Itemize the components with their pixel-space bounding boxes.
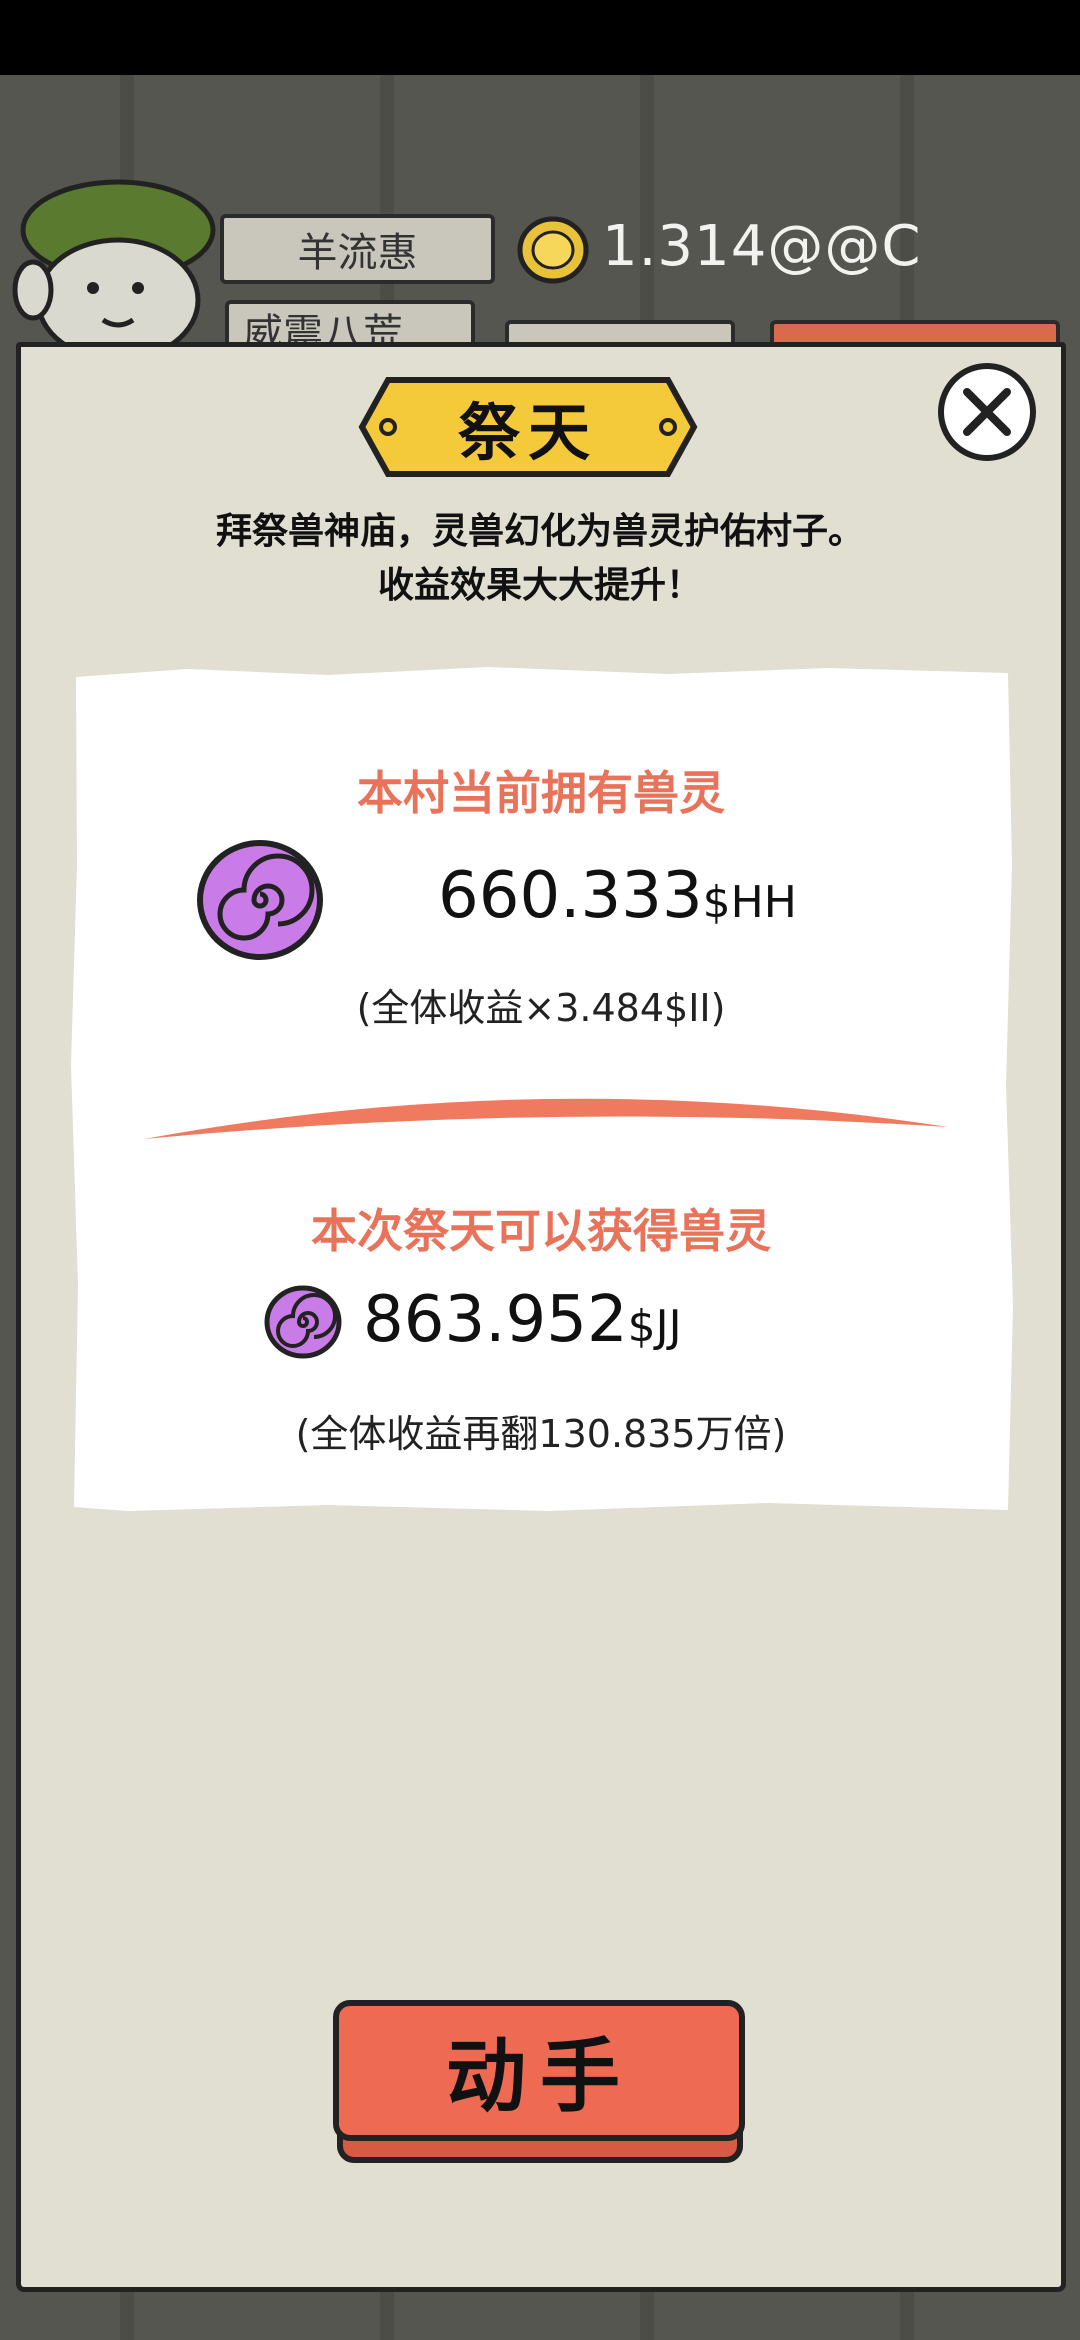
gain-spirit-number: 863.952	[363, 1283, 628, 1357]
dialog-description: 收益效果大大提升！	[377, 565, 702, 606]
close-icon[interactable]	[935, 360, 1039, 464]
gain-bonus-note: (全体收益再翻130.835万倍)	[295, 1412, 787, 1456]
coin-icon	[517, 216, 589, 284]
spirit-swirl-icon	[197, 840, 323, 960]
action-button[interactable]: 动手	[330, 1995, 750, 2145]
current-spirit-value: 660.333$HH	[438, 859, 797, 933]
gain-spirit-unit: $JJ	[627, 1301, 682, 1352]
current-spirit-heading: 本村当前拥有兽灵	[357, 766, 725, 820]
current-spirit-number: 660.333	[438, 859, 703, 933]
current-spirit-unit: $HH	[702, 877, 797, 928]
dialog-title: 祭天	[457, 396, 598, 469]
dialog-description: 拜祭兽神庙，灵兽幻化为兽灵护佑村子。	[215, 511, 864, 552]
status-bar	[0, 0, 1080, 75]
current-bonus-note: (全体收益×3.484$II)	[356, 986, 726, 1030]
player-name-plate[interactable]: 羊流惠	[220, 214, 495, 284]
coin-balance: 1.314@@C	[602, 214, 922, 279]
info-card-content: 本村当前拥有兽灵 660.333$HH (全体收益×3.484$II) 本次祭天…	[68, 665, 1014, 1515]
spirit-swirl-icon	[264, 1285, 342, 1359]
gain-spirit-value: 863.952$JJ	[363, 1283, 682, 1357]
avatar-icon[interactable]	[8, 170, 218, 350]
gain-spirit-heading: 本次祭天可以获得兽灵	[311, 1204, 771, 1258]
